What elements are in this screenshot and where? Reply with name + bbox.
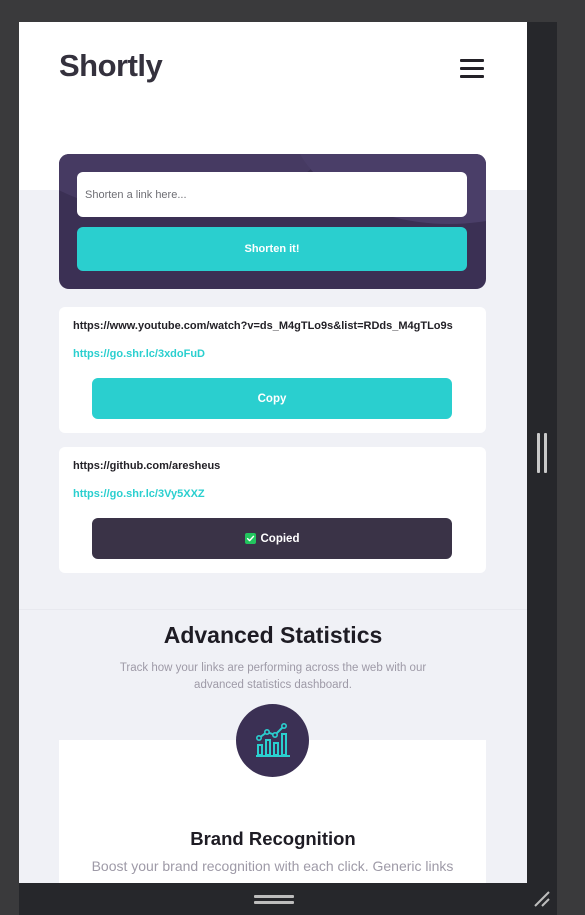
hamburger-menu-icon[interactable] [460,59,484,78]
original-url: https://github.com/aresheus [73,460,221,472]
feature-title: Brand Recognition [190,828,356,849]
shorten-link-input[interactable] [77,172,467,217]
checkmark-icon [244,533,256,544]
shorten-button[interactable]: Shorten it! [77,227,467,271]
shortened-link-card: https://www.youtube.com/watch?v=ds_M4gTL… [59,307,486,433]
short-url-link[interactable]: https://go.shr.lc/3xdoFuD [73,348,205,360]
short-url-link[interactable]: https://go.shr.lc/3Vy5XXZ [73,488,205,500]
shorten-form: Shorten it! [59,154,486,289]
original-url: https://www.youtube.com/watch?v=ds_M4gTL… [73,320,453,332]
horizontal-resize-handle[interactable] [254,895,294,905]
copied-button-label: Copied [260,532,300,545]
copy-button[interactable]: Copy [92,378,452,419]
window-right-edge [557,0,585,915]
window-left-gutter [0,22,19,915]
copy-button-label: Copy [257,392,287,405]
section-description: Track how your links are performing acro… [119,662,427,691]
page-viewport: Shortly Shorten it! https://www.youtube.… [19,22,527,883]
copied-button[interactable]: Copied [92,518,452,559]
window-top-strip [0,0,585,22]
section-title: Advanced Statistics [163,622,383,648]
section-divider [19,609,527,610]
site-header: Shortly [19,22,527,114]
vertical-resize-handle[interactable] [537,433,547,473]
corner-resize-icon[interactable] [533,890,551,908]
shortened-link-card: https://github.com/aresheus https://go.s… [59,447,486,573]
feature-description: Boost your brand recognition with each c… [91,858,454,874]
brand-recognition-chart-icon [236,704,309,777]
shortly-logo[interactable]: Shortly [59,48,163,84]
